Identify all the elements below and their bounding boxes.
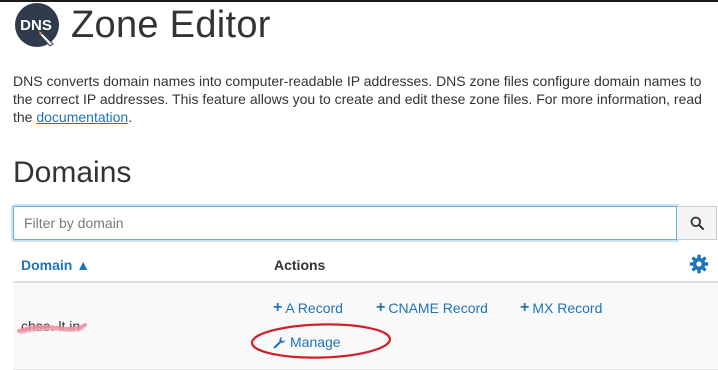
page-description: DNS converts domain names into computer-… <box>13 72 713 126</box>
a-record-label: A Record <box>285 300 343 316</box>
table-row: chse. lt.in + A Record + CNAME Record + … <box>13 283 718 370</box>
dns-logo-icon: DNS <box>13 2 61 48</box>
filter-domain-input[interactable] <box>13 206 677 240</box>
page-header: DNS Zone Editor <box>13 2 271 48</box>
manage-label: Manage <box>290 334 341 350</box>
wrench-icon <box>273 336 286 348</box>
gear-icon[interactable] <box>689 254 709 274</box>
column-header-domain[interactable]: Domain ▲ <box>21 257 90 273</box>
add-a-record-link[interactable]: + A Record <box>273 299 343 317</box>
search-icon <box>690 216 704 230</box>
table-header: Domain ▲ Actions <box>13 250 718 283</box>
plus-icon: + <box>520 299 530 316</box>
section-title: Domains <box>13 156 132 189</box>
page-title: Zone Editor <box>71 3 271 46</box>
redaction-scribble <box>17 323 87 335</box>
cname-record-label: CNAME Record <box>388 300 488 316</box>
mx-record-label: MX Record <box>532 300 603 316</box>
description-suffix: . <box>128 109 133 125</box>
add-mx-record-link[interactable]: + MX Record <box>520 299 603 317</box>
plus-icon: + <box>273 299 283 316</box>
search-button[interactable] <box>677 206 717 240</box>
plus-icon: + <box>376 299 386 316</box>
svg-text:DNS: DNS <box>20 17 52 34</box>
column-header-actions: Actions <box>274 257 326 273</box>
filter-bar <box>13 206 717 240</box>
documentation-link[interactable]: documentation <box>36 109 128 125</box>
manage-link[interactable]: Manage <box>273 334 341 350</box>
add-cname-record-link[interactable]: + CNAME Record <box>376 299 488 317</box>
